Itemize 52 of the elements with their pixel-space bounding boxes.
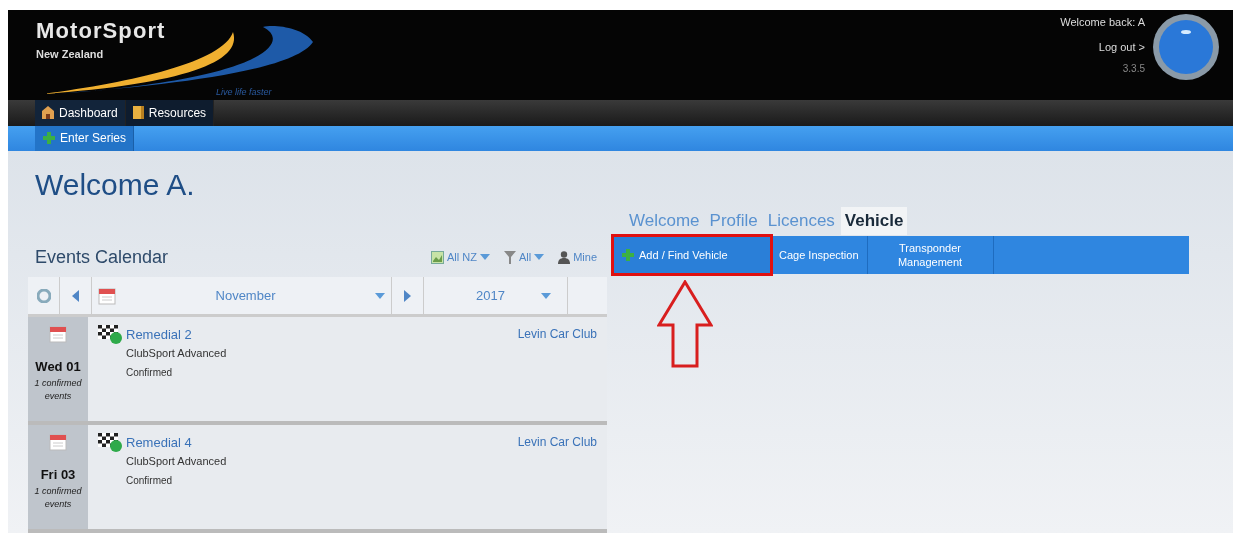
checkered-flag-icon	[98, 325, 124, 345]
event-link[interactable]: Remedial 2	[126, 325, 192, 345]
club-link[interactable]: Levin Car Club	[517, 433, 597, 453]
vehicle-action-button[interactable]: Transponder Management	[867, 236, 994, 274]
plus-icon	[621, 248, 635, 262]
user-icon	[558, 250, 571, 264]
month-dropdown[interactable]: November	[92, 277, 392, 314]
book-icon	[132, 106, 144, 120]
globe-icon	[1151, 12, 1221, 82]
event-count: 1 confirmed events	[33, 484, 83, 511]
plus-icon	[42, 131, 56, 146]
filter-dropdown[interactable]: All	[503, 248, 545, 266]
subnav-tab[interactable]: Enter Series	[35, 125, 135, 151]
page-title: Welcome A.	[34, 167, 196, 203]
event-link[interactable]: Remedial 4	[126, 433, 192, 453]
year-dropdown[interactable]: 2017	[424, 277, 568, 314]
event-status: Confirmed	[126, 366, 174, 380]
map-icon	[430, 250, 444, 264]
profile-tab[interactable]: Profile	[705, 207, 762, 235]
event-count: 1 confirmed events	[33, 376, 83, 403]
calendar-icon	[49, 433, 67, 451]
profile-tab[interactable]: Welcome	[625, 207, 704, 235]
logo-subtitle: New Zealand	[36, 47, 105, 62]
calendar-icon	[98, 286, 116, 305]
welcome-back-text: Welcome back: A	[1060, 15, 1145, 30]
caret-icon	[534, 254, 545, 260]
house-icon	[42, 106, 54, 120]
caret-icon	[375, 292, 385, 299]
logo-title: MotorSport	[36, 20, 167, 42]
checkered-flag-icon	[98, 433, 124, 453]
calendar-title: Events Calendar	[35, 245, 169, 269]
vehicle-action-button[interactable]: Cage Inspection	[771, 236, 868, 274]
version-text: 3.3.5	[1122, 62, 1145, 76]
logo-tagline: Live life faster	[216, 86, 272, 99]
filter-dropdown[interactable]: All NZ	[430, 248, 490, 266]
logout-link[interactable]: Log out >	[1098, 38, 1145, 55]
nav-tab[interactable]: Dashboard	[35, 100, 126, 126]
event-category: ClubSport Advanced	[126, 453, 228, 469]
caret-icon	[479, 254, 490, 260]
day-label: Fri 03	[40, 466, 76, 484]
filter-icon	[503, 250, 516, 264]
vehicle-action-button[interactable]: Add / Find Vehicle	[613, 236, 771, 274]
nav-tab[interactable]: Resources	[125, 100, 215, 126]
event-category: ClubSport Advanced	[126, 345, 228, 361]
event-status: Confirmed	[126, 474, 174, 488]
day-label: Wed 01	[35, 358, 81, 376]
club-link[interactable]: Levin Car Club	[517, 325, 597, 345]
filter-dropdown[interactable]: Mine	[558, 248, 597, 266]
caret-icon	[541, 292, 551, 299]
profile-tab[interactable]: Vehicle	[840, 207, 908, 235]
profile-tab[interactable]: Licences	[763, 207, 839, 235]
calendar-icon	[49, 325, 67, 343]
